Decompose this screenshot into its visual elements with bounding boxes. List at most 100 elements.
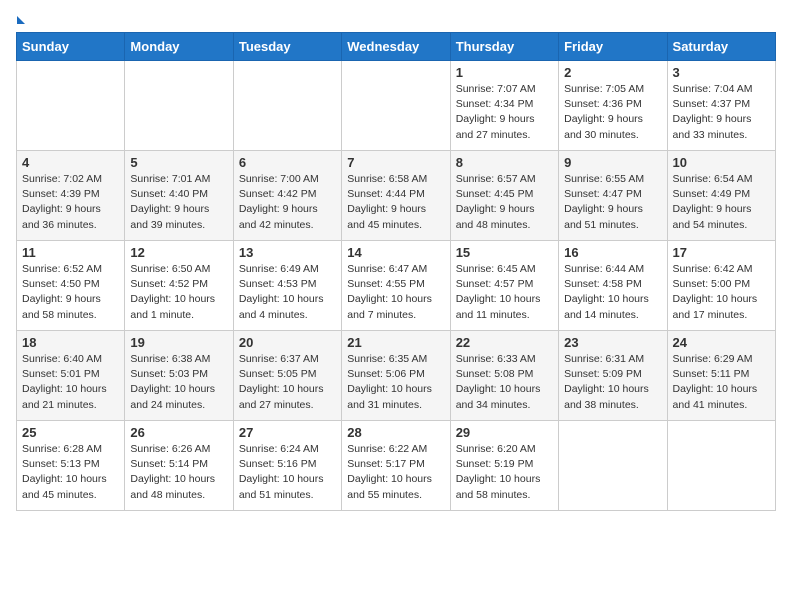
day-number: 7 [347,155,444,170]
day-info: Sunrise: 6:55 AM Sunset: 4:47 PM Dayligh… [564,172,661,233]
day-number: 10 [673,155,770,170]
weekday-header-cell: Friday [559,33,667,61]
calendar-table: SundayMondayTuesdayWednesdayThursdayFrid… [16,32,776,511]
calendar-cell: 27 Sunrise: 6:24 AM Sunset: 5:16 PM Dayli… [233,421,341,511]
day-number: 8 [456,155,553,170]
calendar-cell: 11 Sunrise: 6:52 AM Sunset: 4:50 PM Dayli… [17,241,125,331]
day-number: 11 [22,245,119,260]
day-number: 4 [22,155,119,170]
day-info: Sunrise: 6:38 AM Sunset: 5:03 PM Dayligh… [130,352,227,413]
calendar-cell: 13 Sunrise: 6:49 AM Sunset: 4:53 PM Dayli… [233,241,341,331]
calendar-cell: 19 Sunrise: 6:38 AM Sunset: 5:03 PM Dayli… [125,331,233,421]
day-info: Sunrise: 6:54 AM Sunset: 4:49 PM Dayligh… [673,172,770,233]
calendar-cell: 18 Sunrise: 6:40 AM Sunset: 5:01 PM Dayli… [17,331,125,421]
calendar-cell: 3 Sunrise: 7:04 AM Sunset: 4:37 PM Daylig… [667,61,775,151]
calendar-cell [342,61,450,151]
day-number: 2 [564,65,661,80]
calendar-cell: 10 Sunrise: 6:54 AM Sunset: 4:49 PM Dayli… [667,151,775,241]
day-info: Sunrise: 6:31 AM Sunset: 5:09 PM Dayligh… [564,352,661,413]
calendar-cell: 23 Sunrise: 6:31 AM Sunset: 5:09 PM Dayli… [559,331,667,421]
day-number: 26 [130,425,227,440]
day-number: 13 [239,245,336,260]
day-info: Sunrise: 7:01 AM Sunset: 4:40 PM Dayligh… [130,172,227,233]
day-info: Sunrise: 6:47 AM Sunset: 4:55 PM Dayligh… [347,262,444,323]
weekday-header-cell: Wednesday [342,33,450,61]
day-number: 15 [456,245,553,260]
day-info: Sunrise: 6:42 AM Sunset: 5:00 PM Dayligh… [673,262,770,323]
day-number: 22 [456,335,553,350]
day-number: 5 [130,155,227,170]
day-info: Sunrise: 6:45 AM Sunset: 4:57 PM Dayligh… [456,262,553,323]
day-info: Sunrise: 6:57 AM Sunset: 4:45 PM Dayligh… [456,172,553,233]
page-header [16,16,776,24]
day-number: 25 [22,425,119,440]
calendar-cell: 16 Sunrise: 6:44 AM Sunset: 4:58 PM Dayli… [559,241,667,331]
day-number: 29 [456,425,553,440]
day-number: 28 [347,425,444,440]
day-info: Sunrise: 6:40 AM Sunset: 5:01 PM Dayligh… [22,352,119,413]
calendar-cell: 6 Sunrise: 7:00 AM Sunset: 4:42 PM Daylig… [233,151,341,241]
calendar-cell: 20Sunrise: 6:37 AM Sunset: 5:05 PM Dayli… [233,331,341,421]
day-info: Sunrise: 6:22 AM Sunset: 5:17 PM Dayligh… [347,442,444,503]
calendar-cell: 9 Sunrise: 6:55 AM Sunset: 4:47 PM Daylig… [559,151,667,241]
day-info: Sunrise: 6:26 AM Sunset: 5:14 PM Dayligh… [130,442,227,503]
day-number: 6 [239,155,336,170]
calendar-cell: 24 Sunrise: 6:29 AM Sunset: 5:11 PM Dayli… [667,331,775,421]
logo [16,16,26,24]
calendar-cell: 26 Sunrise: 6:26 AM Sunset: 5:14 PM Dayli… [125,421,233,511]
calendar-cell: 5 Sunrise: 7:01 AM Sunset: 4:40 PM Daylig… [125,151,233,241]
calendar-cell: 12 Sunrise: 6:50 AM Sunset: 4:52 PM Dayli… [125,241,233,331]
day-number: 3 [673,65,770,80]
weekday-header-cell: Thursday [450,33,558,61]
day-number: 20 [239,335,336,350]
calendar-cell: 1 Sunrise: 7:07 AM Sunset: 4:34 PM Daylig… [450,61,558,151]
day-info: Sunrise: 6:58 AM Sunset: 4:44 PM Dayligh… [347,172,444,233]
day-number: 27 [239,425,336,440]
day-number: 17 [673,245,770,260]
day-number: 16 [564,245,661,260]
calendar-cell: 8 Sunrise: 6:57 AM Sunset: 4:45 PM Daylig… [450,151,558,241]
calendar-cell: 17 Sunrise: 6:42 AM Sunset: 5:00 PM Dayli… [667,241,775,331]
day-info: Sunrise: 6:29 AM Sunset: 5:11 PM Dayligh… [673,352,770,413]
calendar-cell: 21Sunrise: 6:35 AM Sunset: 5:06 PM Dayli… [342,331,450,421]
day-info: Sunrise: 7:00 AM Sunset: 4:42 PM Dayligh… [239,172,336,233]
calendar-week-row: 11 Sunrise: 6:52 AM Sunset: 4:50 PM Dayli… [17,241,776,331]
day-info: Sunrise: 7:04 AM Sunset: 4:37 PM Dayligh… [673,82,770,143]
day-number: 9 [564,155,661,170]
day-info: Sunrise: 6:28 AM Sunset: 5:13 PM Dayligh… [22,442,119,503]
day-info: Sunrise: 6:52 AM Sunset: 4:50 PM Dayligh… [22,262,119,323]
day-info: Sunrise: 7:07 AM Sunset: 4:34 PM Dayligh… [456,82,553,143]
calendar-cell: 29 Sunrise: 6:20 AM Sunset: 5:19 PM Dayli… [450,421,558,511]
calendar-cell [667,421,775,511]
calendar-week-row: 1 Sunrise: 7:07 AM Sunset: 4:34 PM Daylig… [17,61,776,151]
calendar-cell [125,61,233,151]
weekday-header-cell: Tuesday [233,33,341,61]
weekday-header-cell: Monday [125,33,233,61]
day-info: Sunrise: 6:24 AM Sunset: 5:16 PM Dayligh… [239,442,336,503]
day-info: Sunrise: 6:50 AM Sunset: 4:52 PM Dayligh… [130,262,227,323]
weekday-header-cell: Saturday [667,33,775,61]
day-number: 1 [456,65,553,80]
day-info: Sunrise: 6:49 AM Sunset: 4:53 PM Dayligh… [239,262,336,323]
calendar-cell: 15 Sunrise: 6:45 AM Sunset: 4:57 PM Dayli… [450,241,558,331]
logo-triangle-icon [17,16,25,24]
calendar-cell [233,61,341,151]
calendar-cell: 14 Sunrise: 6:47 AM Sunset: 4:55 PM Dayli… [342,241,450,331]
calendar-week-row: 18 Sunrise: 6:40 AM Sunset: 5:01 PM Dayli… [17,331,776,421]
day-number: 23 [564,335,661,350]
day-number: 18 [22,335,119,350]
calendar-cell: 7 Sunrise: 6:58 AM Sunset: 4:44 PM Daylig… [342,151,450,241]
day-number: 12 [130,245,227,260]
calendar-cell: 2 Sunrise: 7:05 AM Sunset: 4:36 PM Daylig… [559,61,667,151]
day-number: 14 [347,245,444,260]
calendar-cell [559,421,667,511]
day-number: 24 [673,335,770,350]
day-number: 19 [130,335,227,350]
day-info: Sunrise: 6:44 AM Sunset: 4:58 PM Dayligh… [564,262,661,323]
calendar-cell: 4Sunrise: 7:02 AM Sunset: 4:39 PM Daylig… [17,151,125,241]
day-info: Sunrise: 7:05 AM Sunset: 4:36 PM Dayligh… [564,82,661,143]
calendar-cell: 22Sunrise: 6:33 AM Sunset: 5:08 PM Dayli… [450,331,558,421]
day-info: Sunrise: 6:20 AM Sunset: 5:19 PM Dayligh… [456,442,553,503]
day-number: 21 [347,335,444,350]
calendar-body: 1 Sunrise: 7:07 AM Sunset: 4:34 PM Daylig… [17,61,776,511]
